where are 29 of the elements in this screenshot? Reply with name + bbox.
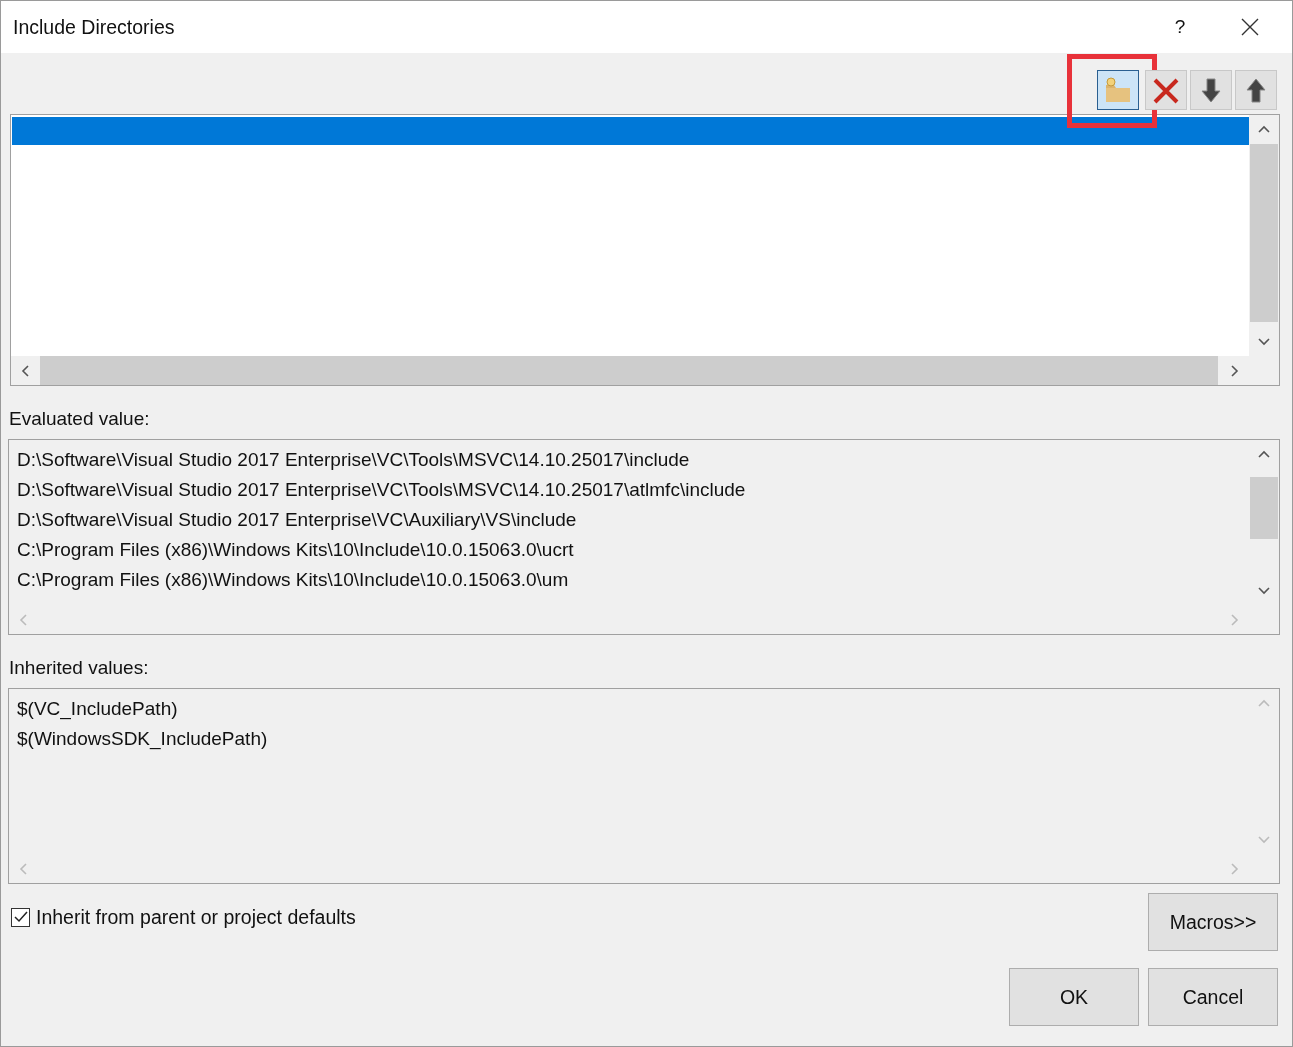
path-text: C:\Program Files (x86)\Windows Kits\10\Include\10.0.15063.0\ucrt (17, 538, 575, 562)
checkmark-icon (13, 911, 28, 923)
path-text: D:\Software\Visual Studio 2017 Enterprise\VC\Tools\MSVC\14.10.25017\include (17, 448, 691, 472)
window-title: Include Directories (13, 15, 176, 39)
path-text: D:\Software\Visual Studio 2017 Enterprise\VC\Auxiliary\VS\include (17, 508, 578, 532)
cancel-button[interactable]: Cancel (1148, 968, 1278, 1026)
chevron-down-icon[interactable] (1257, 585, 1271, 596)
toolbar-button[interactable] (1097, 70, 1139, 110)
scrollbar-thumb[interactable] (1250, 144, 1278, 322)
path-text: D:\Software\Visual Studio 2017 Enterprise\VC\Tools\MSVC\14.10.25017\atlmfc\include (17, 478, 747, 502)
chevron-down-icon[interactable] (1257, 336, 1271, 347)
scrollbar-thumb[interactable] (1250, 477, 1278, 539)
checkbox-label: Inherit from parent or project defaults (36, 905, 356, 929)
ok-button[interactable]: OK (1009, 968, 1139, 1026)
chevron-up-icon[interactable] (1257, 124, 1271, 135)
section-label: Evaluated value: (9, 408, 151, 430)
checkbox[interactable] (11, 907, 30, 927)
path-text: $(VC_IncludePath) (17, 697, 179, 722)
vertical-scrollbar[interactable] (1249, 115, 1279, 356)
close-icon (1241, 18, 1259, 36)
help-button[interactable]: ? (1150, 7, 1210, 47)
chevron-left-icon[interactable] (20, 363, 31, 378)
macros-button[interactable]: Macros>> (1148, 893, 1278, 951)
section-label: Inherited values: (9, 657, 150, 679)
chevron-right-icon[interactable] (1229, 363, 1240, 378)
path-text: C:\Program Files (x86)\Windows Kits\10\Include\10.0.15063.0\um (17, 568, 570, 592)
path-text: $(WindowsSDK_IncludePath) (17, 727, 269, 752)
chevron-up-icon[interactable] (1257, 449, 1271, 460)
directory-list[interactable] (10, 114, 1280, 386)
